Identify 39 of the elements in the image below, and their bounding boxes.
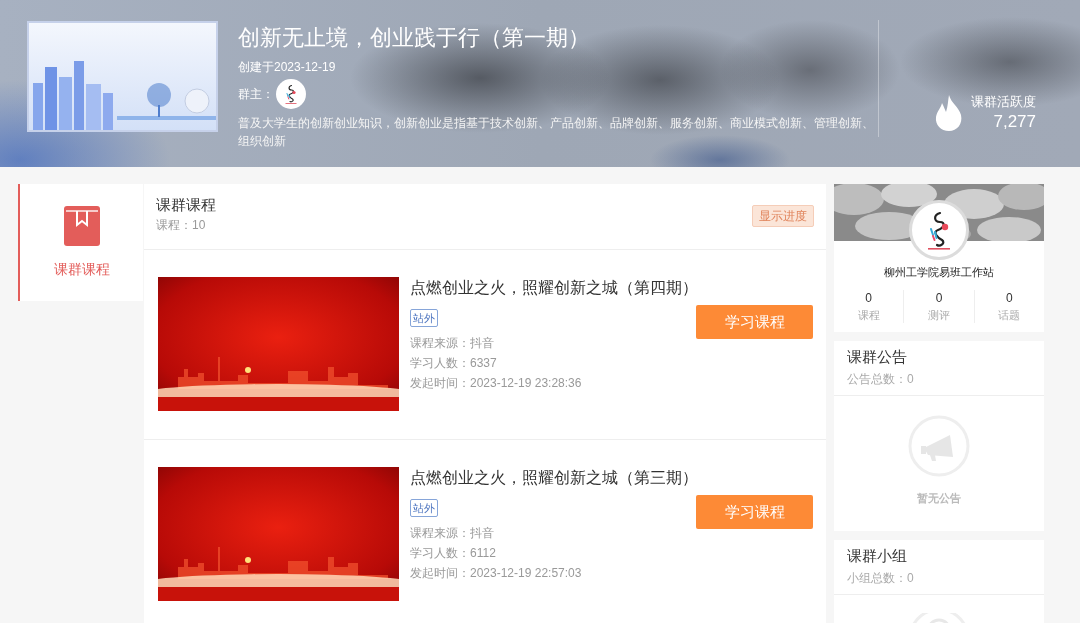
group-description: 普及大学生的创新创业知识，创新创业是指基于技术创新、产品创新、品牌创新、服务创新、商业模式创新、管理创新、组织创新 <box>238 115 875 150</box>
learner-count: 学习人数：6337 <box>410 355 498 372</box>
section-title: 课群课程 <box>156 195 216 215</box>
stat-label: 课程 <box>857 308 880 323</box>
sidebar-item[interactable]: 课群课程 <box>18 184 143 301</box>
source-tag: 站外 <box>410 499 438 517</box>
card-count: 小组总数：0 <box>847 570 915 587</box>
logo-avatar <box>909 200 969 260</box>
course-title[interactable]: 点燃创业之火，照耀创新之城（第四期） <box>410 277 813 299</box>
card-title: 课群公告 <box>847 347 908 367</box>
course-source: 课程来源：抖音 <box>410 525 495 542</box>
book-icon <box>63 206 100 246</box>
source-tag: 站外 <box>410 309 438 327</box>
course-title[interactable]: 点燃创业之火，照耀创新之城（第三期） <box>410 467 813 489</box>
created-date: 创建于2023-12-19 <box>238 59 337 76</box>
stat-label: 话题 <box>998 308 1021 323</box>
logo-avatar <box>276 79 306 109</box>
card-title: 课群小组 <box>847 546 908 566</box>
learner-count: 学习人数：6112 <box>410 545 497 562</box>
owner-label: 群主： <box>238 86 274 103</box>
show-progress-button[interactable]: 显示进度 <box>752 205 814 227</box>
station-name: 柳州工学院易班工作站 <box>883 265 995 280</box>
group-title: 创新无止境，创业践于行（第一期） <box>238 24 591 52</box>
start-time: 发起时间：2023-12-19 22:57:03 <box>410 565 582 582</box>
activity-label: 课群活跃度 <box>971 93 1036 111</box>
stat-value: 0 <box>1005 290 1013 306</box>
stat-value: 0 <box>935 290 943 306</box>
activity-value: 7,277 <box>992 111 1036 133</box>
study-course-button[interactable]: 学习课程 <box>696 305 813 339</box>
flame-icon <box>934 95 964 131</box>
empty-message: 暂无公告 <box>917 491 961 506</box>
stat-label: 测评 <box>928 308 950 323</box>
study-course-button[interactable]: 学习课程 <box>696 495 813 529</box>
card-count: 公告总数：0 <box>847 371 915 388</box>
start-time: 发起时间：2023-12-19 23:28:36 <box>410 375 582 392</box>
megaphone-icon <box>908 415 970 477</box>
stat-value: 0 <box>865 290 872 306</box>
course-count: 课程：10 <box>156 217 207 234</box>
course-source: 课程来源：抖音 <box>410 335 495 352</box>
